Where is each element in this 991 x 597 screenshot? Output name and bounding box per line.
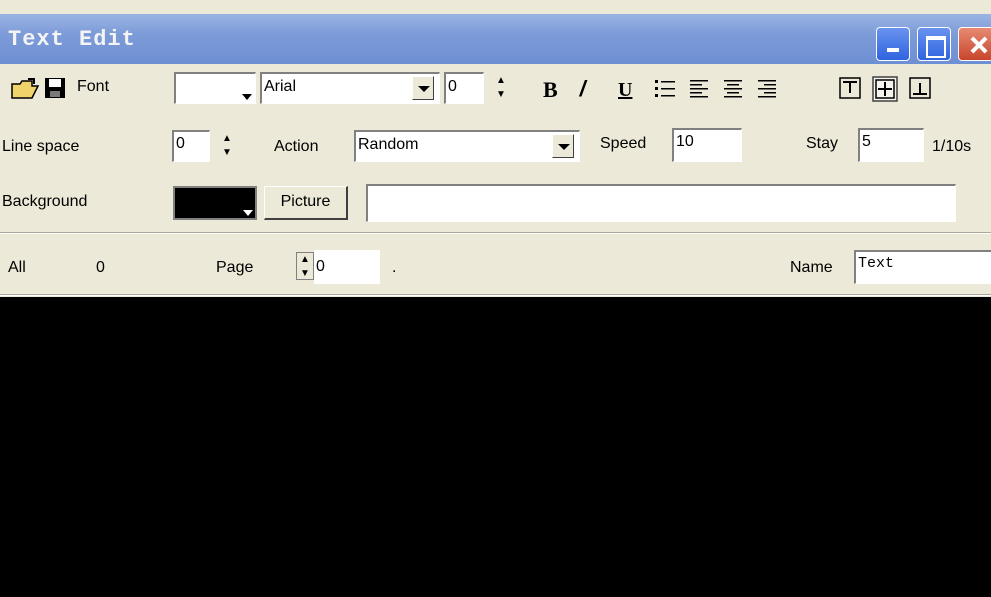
- speed-label: Speed: [600, 135, 647, 152]
- spin-up-icon[interactable]: ▲: [218, 132, 236, 146]
- spin-down-icon[interactable]: ▼: [218, 146, 236, 160]
- page-suffix: .: [392, 259, 397, 276]
- open-folder-icon[interactable]: [10, 76, 40, 100]
- valign-top-icon[interactable]: [838, 76, 862, 100]
- align-left-icon[interactable]: [688, 78, 710, 100]
- align-center-icon[interactable]: [722, 78, 744, 100]
- maximize-icon[interactable]: [917, 27, 951, 61]
- text-edit-canvas[interactable]: [0, 297, 991, 597]
- font-size-field[interactable]: 0: [444, 72, 484, 104]
- underline-icon[interactable]: U: [618, 78, 632, 102]
- spin-up-icon[interactable]: ▲: [297, 253, 313, 267]
- stay-label: Stay: [806, 135, 839, 152]
- action-dropdown-button[interactable]: [552, 134, 574, 158]
- font-name-dropdown-button[interactable]: [412, 76, 434, 100]
- font-size-spinner[interactable]: ▲ ▼: [492, 74, 510, 102]
- font-color-picker[interactable]: [174, 72, 256, 104]
- stay-value: 5: [862, 133, 871, 150]
- all-label: All: [8, 259, 26, 276]
- divider: [0, 232, 991, 234]
- action-select[interactable]: Random: [354, 130, 580, 162]
- all-count: 0: [96, 259, 105, 276]
- action-value: Random: [358, 136, 419, 153]
- spin-up-icon[interactable]: ▲: [492, 74, 510, 88]
- bullet-list-icon[interactable]: [654, 78, 676, 100]
- picture-path-field[interactable]: [366, 184, 956, 222]
- chevron-down-icon: [242, 94, 252, 100]
- save-disk-icon[interactable]: [43, 76, 67, 100]
- line-space-field[interactable]: 0: [172, 130, 210, 162]
- name-label: Name: [790, 259, 833, 276]
- font-name-value: Arial: [264, 78, 297, 95]
- minimize-icon[interactable]: [876, 27, 910, 61]
- page-field[interactable]: 0: [314, 250, 380, 284]
- page-label: Page: [216, 259, 254, 276]
- chevron-down-icon: [243, 210, 253, 216]
- speed-value: 10: [676, 133, 694, 150]
- line-space-label: Line space: [2, 138, 80, 155]
- valign-middle-icon[interactable]: [872, 76, 898, 102]
- spin-down-icon[interactable]: ▼: [492, 88, 510, 102]
- align-right-icon[interactable]: [756, 78, 778, 100]
- name-field[interactable]: Text: [854, 250, 991, 284]
- action-label: Action: [274, 138, 319, 155]
- stay-field[interactable]: 5: [858, 128, 924, 162]
- picture-button[interactable]: Picture: [264, 186, 348, 220]
- font-size-value: 0: [448, 78, 457, 95]
- background-label: Background: [2, 193, 88, 210]
- page-spinner[interactable]: ▲ ▼: [296, 252, 314, 280]
- speed-field[interactable]: 10: [672, 128, 742, 162]
- close-icon[interactable]: [958, 27, 991, 61]
- font-label: Font: [77, 78, 110, 95]
- page-value: 0: [316, 258, 325, 275]
- divider: [0, 294, 991, 296]
- line-space-value: 0: [176, 135, 185, 152]
- title-bar: Text Edit: [0, 14, 991, 64]
- name-value: Text: [858, 255, 895, 272]
- valign-bottom-icon[interactable]: [908, 76, 932, 100]
- stay-unit-label: 1/10s: [932, 138, 972, 155]
- spin-down-icon[interactable]: ▼: [297, 267, 313, 281]
- line-space-spinner[interactable]: ▲ ▼: [218, 132, 236, 160]
- bold-icon[interactable]: B: [543, 78, 558, 102]
- background-color-picker[interactable]: [173, 186, 257, 220]
- window-title: Text Edit: [8, 27, 136, 52]
- italic-icon[interactable]: /: [578, 76, 589, 101]
